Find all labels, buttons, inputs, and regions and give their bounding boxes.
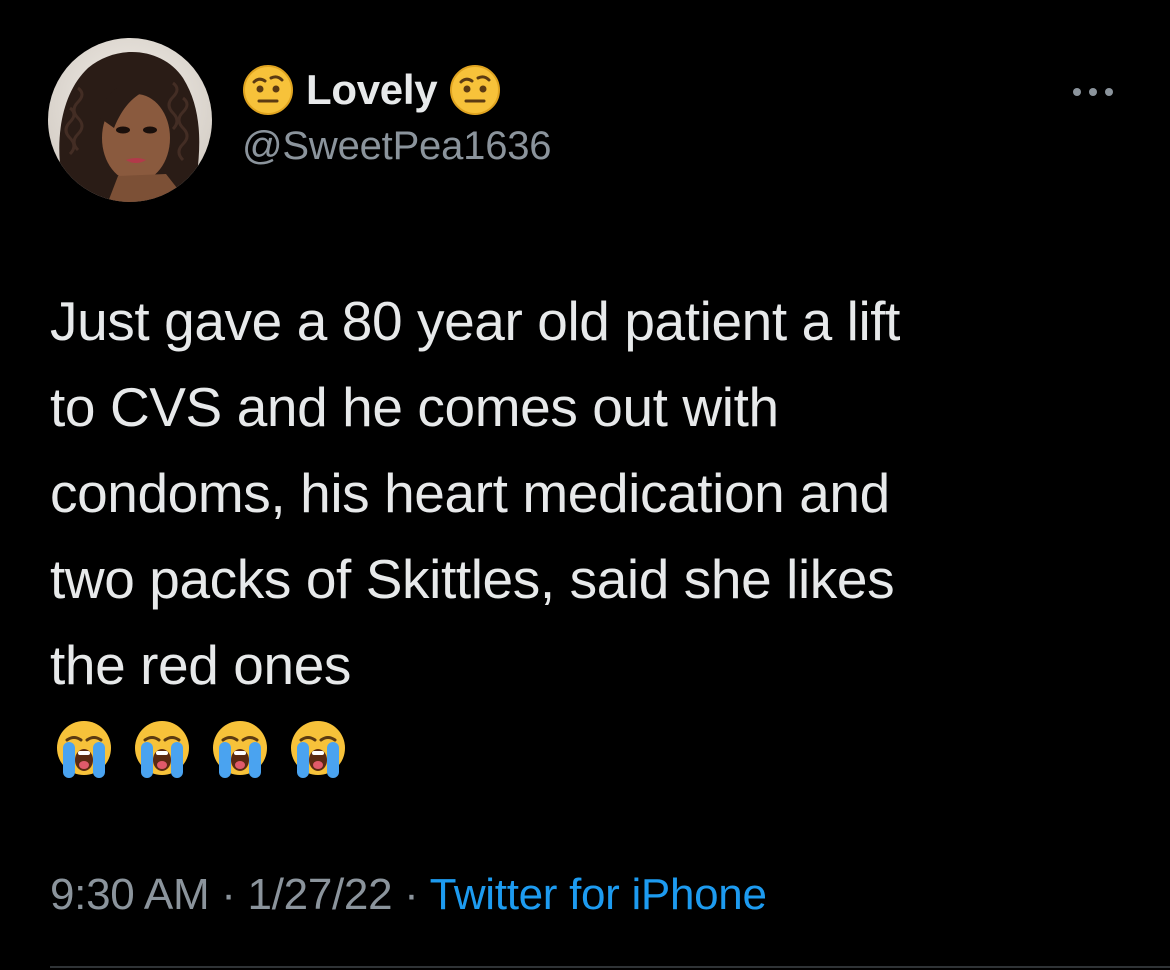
more-dots-icon: [1073, 88, 1113, 96]
avatar[interactable]: [48, 38, 212, 202]
meta-separator: ·: [209, 870, 248, 919]
loudly-crying-face-icon: [213, 721, 267, 778]
tweet-time[interactable]: 9:30 AM: [50, 870, 210, 919]
face-with-raised-eyebrow-icon: [243, 65, 293, 115]
loudly-crying-face-icon: [57, 721, 111, 778]
tweet-text-line: two packs of Skittles, said she likes: [50, 548, 895, 610]
tweet-text-line: condoms, his heart medication and: [50, 462, 890, 524]
tweet-meta: 9:30 AM · 1/27/22 · Twitter for iPhone: [50, 870, 767, 920]
tweet: Lovely @SweetPea1636 Just gave a 80 year…: [0, 0, 1170, 970]
face-with-raised-eyebrow-icon: [450, 65, 501, 115]
display-name[interactable]: Lovely: [306, 66, 438, 114]
tweet-source-link[interactable]: Twitter for iPhone: [430, 870, 767, 919]
meta-separator: ·: [392, 870, 430, 919]
loudly-crying-face-icon: [291, 721, 345, 778]
divider: [50, 966, 1170, 968]
more-options-button[interactable]: [1068, 80, 1118, 104]
user-handle[interactable]: @SweetPea1636: [242, 124, 552, 169]
display-name-row[interactable]: Lovely: [242, 62, 501, 118]
tweet-text-line: the red ones: [50, 634, 351, 696]
tweet-date[interactable]: 1/27/22: [248, 870, 393, 919]
tweet-emoji-row: [52, 718, 350, 782]
tweet-text-line: Just gave a 80 year old patient a lift: [50, 290, 901, 352]
tweet-text-line: to CVS and he comes out with: [50, 376, 779, 438]
loudly-crying-face-icon: [135, 721, 189, 778]
tweet-text: Just gave a 80 year old patient a lift t…: [50, 278, 1130, 708]
